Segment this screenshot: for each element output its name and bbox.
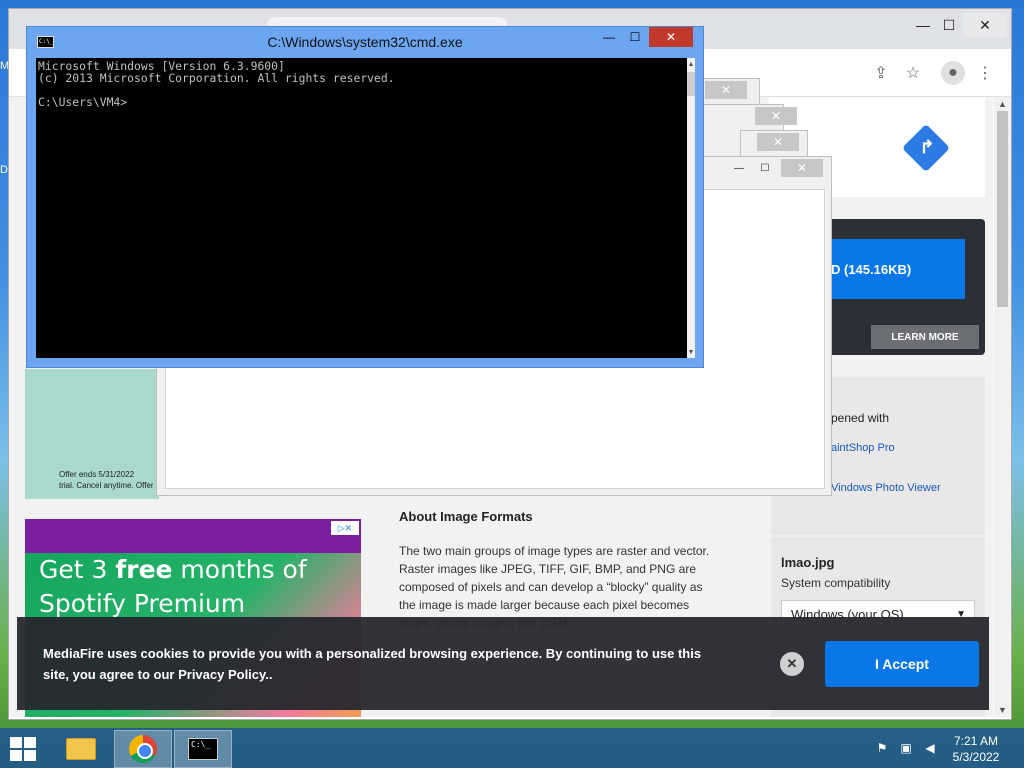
cmd-window: C:\_ C:\Windows\system32\cmd.exe — ☐ ✕ M… — [26, 26, 704, 368]
clock-time: 7:21 AM — [953, 734, 999, 748]
cmd-maximize-button[interactable]: ☐ — [625, 27, 645, 47]
cookie-text: MediaFire uses cookies to provide you wi… — [43, 646, 702, 682]
cmd-minimize-button[interactable]: — — [599, 27, 619, 47]
dialog-close-button[interactable]: ✕ — [757, 133, 799, 151]
about-section: About Image Formats The two main groups … — [399, 509, 717, 632]
share-icon[interactable]: ⇪ — [869, 61, 893, 85]
headline-part: Get 3 — [39, 555, 116, 584]
scroll-down-icon[interactable]: ▼ — [687, 346, 695, 358]
taskbar-cmd[interactable]: C:\_ — [174, 730, 232, 768]
spotify-headline: Get 3 free months of Spotify Premium — [39, 553, 307, 621]
file-name: lmao.jpg — [781, 555, 835, 570]
cookie-banner: MediaFire uses cookies to provide you wi… — [17, 617, 989, 710]
headline-part: months of — [172, 555, 307, 584]
ad-banner-small[interactable]: Offer ends 5/31/2022 trial. Cancel anyti… — [25, 369, 159, 499]
ad-top-band — [25, 519, 361, 553]
windows-logo-pane — [10, 750, 22, 761]
scroll-up-icon[interactable]: ▲ — [687, 58, 695, 70]
network-icon[interactable]: ▣ — [898, 741, 914, 755]
scroll-thumb[interactable] — [997, 111, 1008, 307]
cookie-close-button[interactable]: ✕ — [780, 652, 804, 676]
clock-date: 5/3/2022 — [952, 750, 1000, 764]
volume-icon[interactable]: ◀ — [922, 741, 938, 755]
app-link-photo-viewer[interactable]: Vindows Photo Viewer — [831, 482, 941, 494]
page-scrollbar[interactable]: ▲ ▼ — [994, 97, 1011, 717]
menu-icon[interactable]: ⋮ — [973, 61, 997, 85]
about-title: About Image Formats — [399, 509, 533, 524]
share-arrow-icon[interactable]: ↱ — [915, 135, 939, 159]
learn-more-button[interactable]: LEARN MORE — [871, 325, 979, 349]
desktop-icon-label: D — [0, 164, 8, 176]
accept-cookies-button[interactable]: I Accept — [825, 641, 979, 687]
profile-icon[interactable]: ● — [941, 61, 965, 85]
taskbar: C:\_ ⚑ ▣ ◀ 7:21 AM 5/3/2022 — [0, 728, 1024, 768]
ad-choices-icon[interactable]: ▷✕ — [331, 521, 359, 535]
cmd-titlebar[interactable]: C:\_ C:\Windows\system32\cmd.exe — ☐ ✕ — [27, 27, 703, 57]
system-clock[interactable]: 7:21 AM 5/3/2022 — [940, 733, 1012, 765]
cmd-scrollbar[interactable]: ▲ ▼ — [687, 58, 695, 358]
cmd-close-button[interactable]: ✕ — [649, 27, 693, 47]
folder-icon — [66, 738, 96, 760]
chrome-close-button[interactable]: ✕ — [963, 13, 1007, 37]
cmd-console-output[interactable]: Microsoft Windows [Version 6.3.9600] (c)… — [36, 58, 687, 358]
headline-bold: free — [115, 555, 173, 584]
app-link-paintshop[interactable]: aintShop Pro — [831, 442, 895, 454]
scroll-up-icon[interactable]: ▲ — [994, 97, 1011, 111]
windows-logo-pane — [10, 737, 22, 748]
ad-offer-text: Offer ends 5/31/2022 trial. Cancel anyti… — [59, 470, 159, 490]
windows-logo-pane — [24, 750, 36, 761]
dialog-minimize-button[interactable]: — — [729, 159, 749, 177]
chrome-icon — [129, 735, 157, 763]
star-icon[interactable]: ☆ — [901, 61, 925, 85]
dialog-close-button[interactable]: ✕ — [755, 107, 797, 125]
headline-line2: Spotify Premium — [39, 589, 246, 618]
compatibility-label: System compatibility — [781, 576, 891, 590]
start-button[interactable] — [10, 737, 38, 761]
dialog-close-button[interactable]: ✕ — [705, 81, 747, 99]
dialog-maximize-button[interactable]: ☐ — [755, 159, 775, 177]
opened-with-label: pened with — [831, 411, 890, 425]
dialog-close-button[interactable]: ✕ — [781, 159, 823, 177]
taskbar-chrome[interactable] — [114, 730, 172, 768]
cmd-icon: C:\_ — [188, 738, 218, 760]
flag-icon[interactable]: ⚑ — [874, 741, 890, 755]
scroll-down-icon[interactable]: ▼ — [994, 703, 1011, 717]
cmd-scroll-thumb[interactable] — [687, 72, 695, 96]
windows-logo-pane — [24, 737, 36, 748]
taskbar-file-explorer[interactable] — [52, 730, 110, 768]
